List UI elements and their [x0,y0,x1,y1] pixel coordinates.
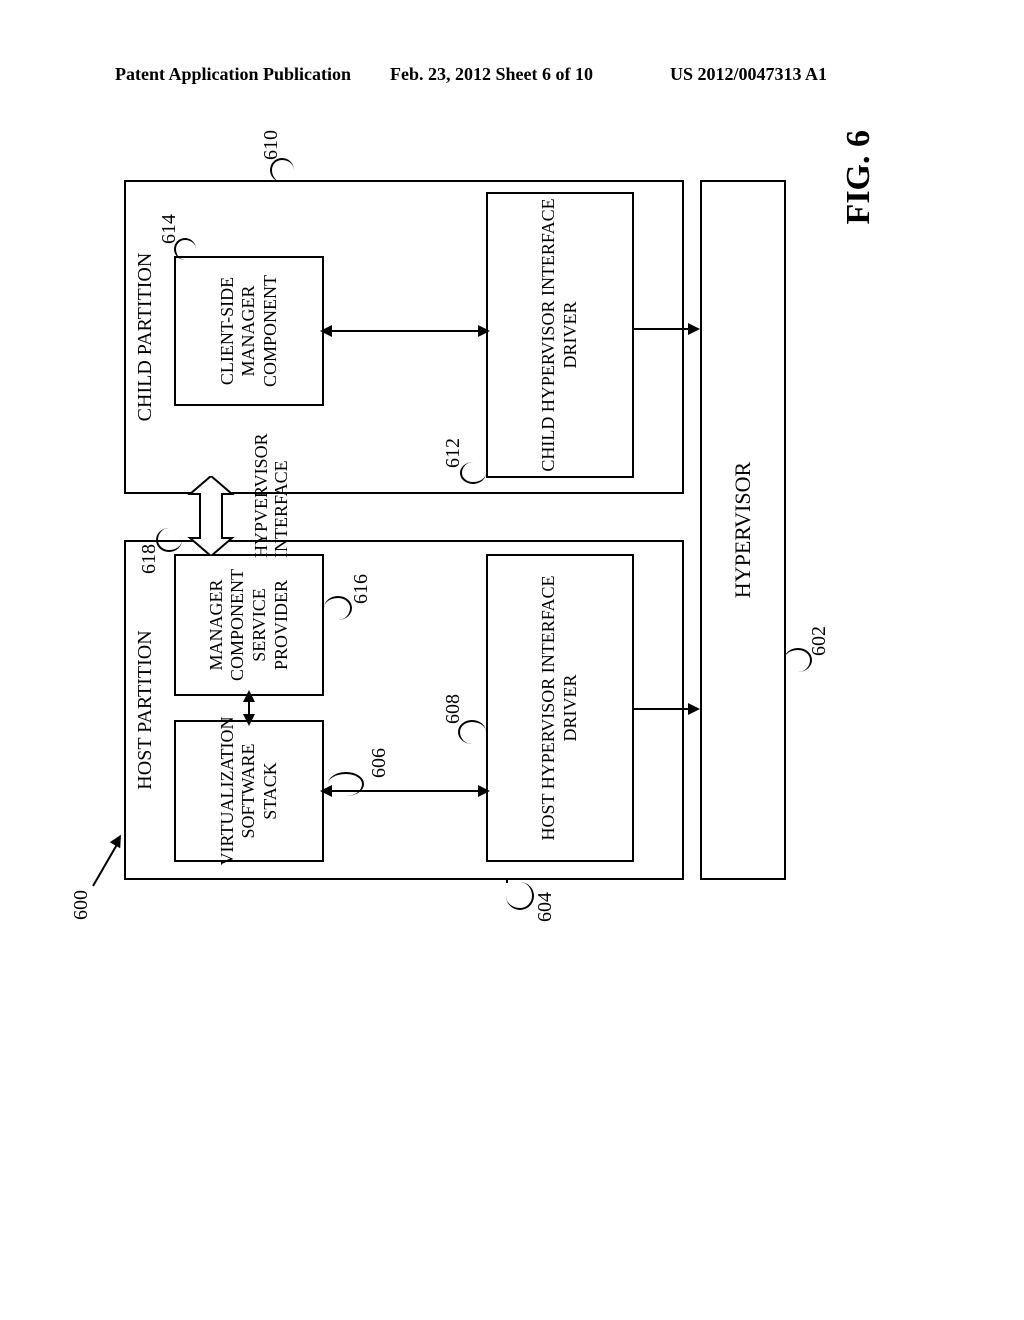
hypervisor-box: HYPERVISOR [700,180,786,880]
ref-label-610: 610 [260,130,283,160]
arrow-child-hid-hypervisor [634,328,690,330]
virtualization-stack-label: VIRTUALIZATION SOFTWARE STACK [217,717,282,866]
ref-label-602: 602 [808,626,831,656]
ref-label-600: 600 [70,890,93,920]
ref-label-612: 612 [442,438,465,468]
lead-610 [270,158,294,182]
lead-604 [506,882,534,910]
hypervisor-label: HYPERVISOR [730,462,756,598]
hypervisor-interface-arrow [174,476,248,556]
client-manager-box: CLIENT-SIDE MANAGER COMPONENT [174,256,324,406]
manager-provider-box: MANAGER COMPONENT SERVICE PROVIDER [174,554,324,696]
figure-caption: FIG. 6 [840,130,878,224]
child-hid-box: CHILD HYPERVISOR INTERFACE DRIVER [486,192,634,478]
host-hid-box: HOST HYPERVISOR INTERFACE DRIVER [486,554,634,862]
host-partition-title: HOST PARTITION [134,542,157,878]
virtualization-stack-box: VIRTUALIZATION SOFTWARE STACK [174,720,324,862]
host-hid-label: HOST HYPERVISOR INTERFACE DRIVER [538,560,581,856]
child-hid-label: CHILD HYPERVISOR INTERFACE DRIVER [538,198,581,472]
lead-612 [460,462,486,484]
arrow-stack-provider [248,700,250,716]
hypervisor-interface-label: HYPVERVISOR INTERFACE [252,472,292,558]
header-center: Feb. 23, 2012 Sheet 6 of 10 [390,64,593,85]
client-manager-label: CLIENT-SIDE MANAGER COMPONENT [217,262,282,400]
figure-6: 600 HYPERVISOR HOST PARTITION VIRTUALIZA… [88,160,828,900]
child-partition: CHILD PARTITION CLIENT-SIDE MANAGER COMP… [124,180,684,494]
arrow-host-hid-hypervisor [634,708,690,710]
lead-616 [324,596,352,620]
lead-618 [156,528,182,552]
lead-608 [458,720,486,744]
manager-provider-label: MANAGER COMPONENT SERVICE PROVIDER [206,560,292,690]
arrow-client-hid [330,330,480,332]
header-left: Patent Application Publication [115,64,351,85]
ref-label-618: 618 [138,544,161,574]
ref-label-608: 608 [442,694,465,724]
lead-606 [328,772,364,796]
ref-label-606: 606 [368,748,391,778]
child-partition-title: CHILD PARTITION [134,182,157,492]
lead-614 [174,238,196,260]
ref-label-604: 604 [534,892,557,922]
ref-label-616: 616 [350,574,373,604]
lead-602 [784,648,812,672]
header-right: US 2012/0047313 A1 [670,64,827,85]
host-partition: HOST PARTITION VIRTUALIZATION SOFTWARE S… [124,540,684,880]
